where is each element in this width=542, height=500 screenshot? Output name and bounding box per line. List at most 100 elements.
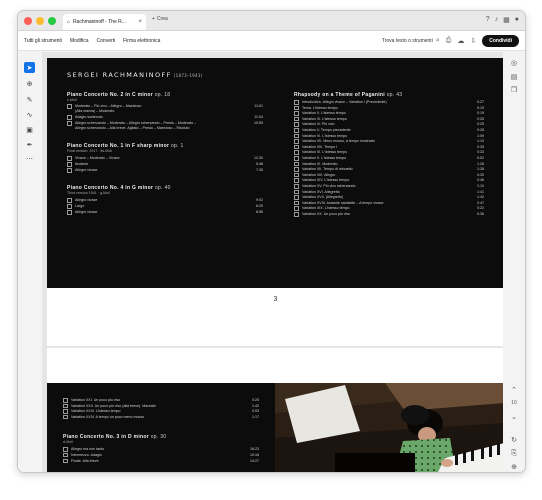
apps-icon[interactable]: ▦ <box>503 16 510 24</box>
print-icon[interactable]: ⎙ <box>446 37 452 45</box>
minimize-window-button[interactable] <box>36 17 44 25</box>
tab-document[interactable]: ⌂ Rachmaninoff - The R... × <box>63 14 146 30</box>
track-row: Variation IX. L'istesso tempo 0:33 <box>294 150 484 155</box>
find-tools-search[interactable]: Trova testo o strumenti ⌕ <box>382 37 440 45</box>
track-title: Variation XXII. Un poco più vivo (alla b… <box>71 403 156 408</box>
menu-edit[interactable]: Modifica <box>70 38 89 44</box>
track-title: Variation XXIII. L'istesso tempo <box>71 409 121 414</box>
track-number-box <box>294 184 299 189</box>
track-duration: 0:25 <box>252 398 259 402</box>
bell-icon[interactable]: ♪ <box>495 16 499 24</box>
track-number-box <box>294 178 299 183</box>
comment-add-icon[interactable]: ⊕ <box>24 78 35 89</box>
track-row: Allegro scherzando – Moderato – Allegro … <box>67 121 263 126</box>
track-number-box <box>294 167 299 172</box>
track-duration: 1:10 <box>477 139 484 144</box>
track-number-box <box>63 409 68 414</box>
track-duration: 1:26 <box>477 161 484 166</box>
track-number-box <box>67 121 72 126</box>
fullscreen-window-button[interactable] <box>48 17 56 25</box>
track-row: Variation XXIV. A tempo un poco meno mos… <box>63 414 259 420</box>
work-subtitle: d-Moll <box>63 440 73 444</box>
track-title: Variation III. L'istesso tempo <box>302 116 347 121</box>
track-number-box <box>294 139 299 144</box>
track-row: Variation III. L'istesso tempo 0:25 <box>294 116 484 122</box>
track-duration: 0:28 <box>477 128 484 132</box>
track-title: Variation VIII. Tempo I <box>302 144 338 149</box>
track-duration: 16:23 <box>250 447 259 451</box>
track-title: Variation XVII. [Allegretto] <box>302 195 343 200</box>
track-duration: 11:01 <box>254 104 263 108</box>
download-icon[interactable]: ⇩ <box>470 37 476 45</box>
work-opus: op. 40 <box>154 185 171 191</box>
track-duration: 0:35 <box>477 144 484 149</box>
rotate-icon[interactable]: ↻ <box>509 435 519 445</box>
track-row: Variation XII. Tempo di minuetto 1:28 <box>294 167 484 172</box>
track-title-continued: Allegro scherzando – Alla breve. Agitato… <box>75 126 190 130</box>
document-viewer[interactable]: SERGEI RACHMANINOFF (1873–1943) Piano Con… <box>42 52 505 472</box>
menu-all-tools[interactable]: Tutti gli strumenti <box>24 38 62 44</box>
ai-assistant-icon[interactable]: ◎ <box>509 58 519 68</box>
new-tab-label: Crea <box>156 16 168 22</box>
track-number-box <box>63 458 68 464</box>
track-row: Largo 6:29 <box>67 204 263 209</box>
track-number-box <box>63 398 68 403</box>
track-title: Adagio sostenuto <box>75 115 103 119</box>
new-tab-button[interactable]: + Crea <box>152 16 168 22</box>
menu-esign[interactable]: Firma elettronica <box>123 38 160 44</box>
more-tools-icon[interactable]: ⋯ <box>24 153 35 164</box>
scroll-up-icon[interactable]: ⌃ <box>509 385 519 395</box>
scroll-down-icon[interactable]: ⌄ <box>509 412 519 422</box>
track-number-box <box>294 212 299 217</box>
track-number-box <box>294 111 299 116</box>
sign-icon[interactable]: ✒ <box>24 139 35 150</box>
track-row: Variation XXI. Un poco più vivo 0:25 <box>63 398 259 403</box>
track-title: Finale. Alla breve <box>71 458 99 463</box>
comments-icon[interactable]: ▤ <box>509 72 519 82</box>
track-title-continued: (Alla marcia) – Moderato <box>75 109 115 113</box>
pages-icon[interactable]: ❐ <box>509 85 519 95</box>
page-fit-icon[interactable]: ⎘ <box>509 449 519 459</box>
pianist-photo-image <box>275 383 504 472</box>
track-title: Variation VII. Meno mosso, a tempo moder… <box>302 139 376 144</box>
work-opus: op. 43 <box>386 92 403 98</box>
work-opus: op. 1 <box>170 143 184 149</box>
pianist-photo <box>275 383 504 472</box>
pdf-page-3: SERGEI RACHMANINOFF (1873–1943) Piano Con… <box>47 58 504 346</box>
track-title: Allegro vivace <box>75 198 98 202</box>
track-title: Tema. L'istesso tempo <box>302 105 338 110</box>
pen-icon[interactable]: ✎ <box>24 94 35 105</box>
zoom-in-icon[interactable]: ⊕ <box>509 462 519 472</box>
track-title: Allegro vivace <box>75 210 98 214</box>
select-cursor-icon[interactable]: ➤ <box>24 62 35 73</box>
track-title: Moderato – Più vivo – Allegro – Maestoso <box>75 104 142 108</box>
track-duration: 0:19 <box>477 111 484 116</box>
track-row: Finale. Alla breve 14:27 <box>63 458 259 464</box>
menu-convert[interactable]: Converti <box>97 38 116 44</box>
close-tab-icon[interactable]: × <box>138 19 142 25</box>
cloud-icon[interactable]: ☁ <box>457 37 464 45</box>
track-duration: 14:27 <box>250 458 259 463</box>
track-title: Allegro vivace <box>75 168 98 172</box>
track-duration: 0:46 <box>477 178 484 183</box>
track-row: Allegro vivace 7:35 <box>67 168 263 173</box>
track-number-box <box>294 156 299 161</box>
work-title-text: Rhapsody on a Theme of Paganini <box>294 92 385 98</box>
track-duration: 0:52 <box>477 156 484 160</box>
track-duration: 1:42 <box>477 195 484 200</box>
close-window-button[interactable] <box>24 17 32 25</box>
avatar[interactable]: ● <box>515 16 519 24</box>
track-row: Adagio sostenuto 11:04 <box>67 115 263 120</box>
track-number-box <box>63 403 68 409</box>
toolbar-menu: Tutti gli strumenti Modifica Converti Fi… <box>24 38 160 44</box>
share-button[interactable]: Condividi <box>482 34 519 47</box>
help-icon[interactable]: ? <box>486 16 490 24</box>
work-opus: op. 30 <box>150 434 167 440</box>
text-box-icon[interactable]: ▣ <box>24 124 35 135</box>
pdf-page-4: Piano Concerto No. 3 in D minor op. 30 d… <box>47 348 504 472</box>
track-number-box <box>294 200 299 206</box>
search-icon: ⌕ <box>435 36 440 44</box>
draw-icon[interactable]: ∿ <box>24 109 35 120</box>
track-row: Variation XVII. [Allegretto] 1:42 <box>294 195 484 200</box>
track-row: Variation XX. Un poco più vivo 0:36 <box>294 212 484 217</box>
